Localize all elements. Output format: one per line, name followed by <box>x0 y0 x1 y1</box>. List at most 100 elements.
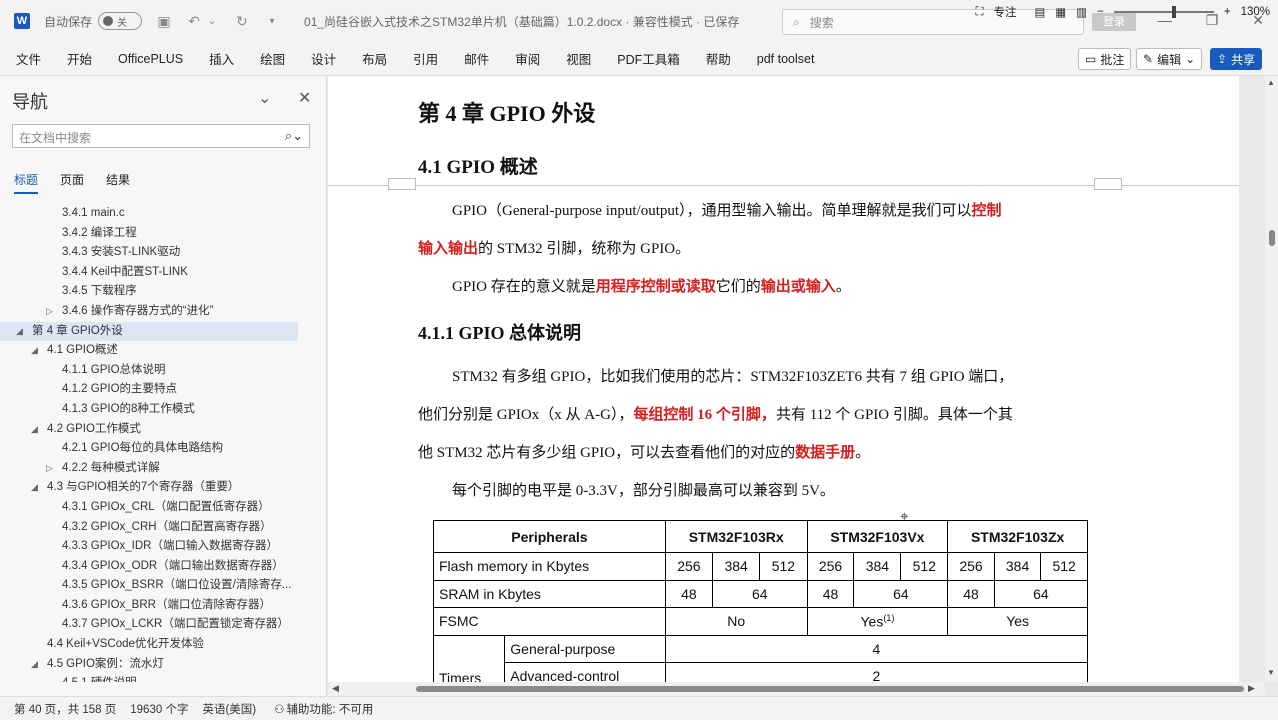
nav-heading-item[interactable]: 3.4.2 编译工程 <box>0 224 310 244</box>
nav-heading-item[interactable]: 4.3.5 GPIOx_BSRR（端口位设置/清除寄存... <box>0 576 310 596</box>
search-icon[interactable]: ⌕⌄ <box>285 128 303 144</box>
nav-heading-item[interactable]: 4.1.1 GPIO总体说明 <box>0 361 310 381</box>
expand-arrow-icon[interactable]: ▷ <box>46 459 53 479</box>
zoom-slider-knob[interactable] <box>1171 6 1176 18</box>
customize-toolbar-icon[interactable]: ▾ <box>264 16 280 27</box>
horizontal-scrollbar[interactable]: ◀ ▶ <box>328 682 1265 696</box>
undo-icon[interactable]: ↶ <box>186 13 202 30</box>
nav-tab-headings[interactable]: 标题 <box>14 171 39 194</box>
nav-heading-item[interactable]: 4.4 Keil+VSCode优化开发体验 <box>0 635 310 655</box>
nav-options-chevron-icon[interactable]: ⌄ <box>258 88 271 108</box>
nav-heading-item[interactable]: 4.3.3 GPIOx_IDR（端口输入数据寄存器） <box>0 537 310 557</box>
nav-heading-item[interactable]: 3.4.1 main.c <box>0 204 310 224</box>
ribbon-tab-design[interactable]: 设计 <box>298 49 349 68</box>
ribbon-tab-pdf-toolset[interactable]: pdf toolset <box>744 52 828 66</box>
nav-heading-item[interactable]: 4.3.7 GPIOx_LCKR（端口配置锁定寄存器） <box>0 615 310 635</box>
ribbon-tab-mailings[interactable]: 邮件 <box>451 49 502 68</box>
nav-heading-item[interactable]: ◢ 4.3 与GPIO相关的7个寄存器（重要） <box>0 478 310 498</box>
paragraph-voltage: 每个引脚的电平是 0-3.3V，部分引脚最高可以兼容到 5V。 <box>452 483 835 499</box>
focus-label[interactable]: 专注 <box>994 4 1017 20</box>
nav-heading-item[interactable]: ▷ 4.2.2 每种模式详解 <box>0 459 310 479</box>
share-button[interactable]: ⇪ 共享 <box>1210 48 1263 70</box>
nav-heading-item[interactable]: 4.2.1 GPIO每位的具体电路结构 <box>0 439 310 459</box>
page-count[interactable]: 第 40 页，共 158 页 <box>14 701 116 717</box>
nav-heading-item[interactable]: 4.3.4 GPIOx_ODR（端口输出数据寄存器） <box>0 557 310 577</box>
redo-icon[interactable]: ↻ <box>234 13 250 30</box>
nav-heading-item[interactable]: 3.4.3 安装ST-LINK驱动 <box>0 243 310 263</box>
nav-heading-item[interactable]: ◢ 第 4 章 GPIO外设 <box>0 321 298 342</box>
vertical-scrollbar[interactable]: ▲ ▼ <box>1265 76 1278 682</box>
nav-heading-item[interactable]: ▷ 3.4.6 操作寄存器方式的“进化” <box>0 302 310 322</box>
table-cell: 48 <box>806 579 855 608</box>
comment-button[interactable]: ▭ 批注 <box>1078 48 1132 70</box>
focus-icon[interactable]: ⛶ <box>975 6 983 19</box>
zoom-in-icon[interactable]: + <box>1224 6 1231 18</box>
nav-heading-item[interactable]: 4.3.1 GPIOx_CRL（端口配置低寄存器） <box>0 498 310 518</box>
nav-heading-label: 4.3.3 GPIOx_IDR（端口输入数据寄存器） <box>62 540 278 553</box>
nav-heading-item[interactable]: ◢ 4.1 GPIO概述 <box>0 341 310 361</box>
zoom-out-icon[interactable]: − <box>1097 6 1104 18</box>
table-row: Peripherals STM32F103Rx STM32F103Vx STM3… <box>433 520 1088 553</box>
nav-heading-item[interactable]: 4.3.6 GPIOx_BRR（端口位清除寄存器） <box>0 596 310 616</box>
para3-line3-text-2: 。 <box>855 445 871 461</box>
table-row: Advanced-control 2 <box>434 662 1089 682</box>
para2-highlight-2: 输出或输入 <box>760 279 836 295</box>
nav-heading-item[interactable]: ◢ 4.2 GPIO工作模式 <box>0 420 310 440</box>
ribbon-tab-file[interactable]: 文件 <box>0 49 54 68</box>
web-layout-icon[interactable]: ▥ <box>1076 5 1087 19</box>
nav-heading-item[interactable]: 4.1.2 GPIO的主要特点 <box>0 380 310 400</box>
nav-tab-pages[interactable]: 页面 <box>60 171 84 194</box>
scroll-down-icon[interactable]: ▼ <box>1267 668 1275 677</box>
language-indicator[interactable]: 英语(美国) <box>202 701 256 717</box>
scroll-right-icon[interactable]: ▶ <box>1248 683 1255 694</box>
collapse-arrow-icon[interactable]: ◢ <box>31 655 38 675</box>
autosave-toggle[interactable]: 关 <box>98 12 143 30</box>
nav-heading-label: 3.4.6 操作寄存器方式的“进化” <box>62 304 214 317</box>
nav-heading-item[interactable]: ◢ 4.5 GPIO案例：流水灯 <box>0 655 310 675</box>
ribbon-tab-references[interactable]: 引用 <box>400 49 451 68</box>
nav-heading-item[interactable]: 4.5.1 硬件说明 <box>0 674 310 682</box>
scroll-up-icon[interactable]: ▲ <box>1267 78 1275 87</box>
chapter-title: 第 4 章 GPIO 外设 <box>418 101 596 126</box>
print-layout-icon[interactable]: ▦ <box>1055 5 1066 19</box>
horizontal-scroll-thumb[interactable] <box>416 686 1244 692</box>
zoom-level[interactable]: 130% <box>1241 6 1270 18</box>
collapse-arrow-icon[interactable]: ◢ <box>31 341 38 361</box>
ribbon-tab-draw[interactable]: 绘图 <box>247 49 298 68</box>
share-icon: ⇪ <box>1217 52 1228 66</box>
ribbon-tab-help[interactable]: 帮助 <box>693 49 744 68</box>
vertical-scroll-thumb[interactable] <box>1269 230 1275 246</box>
accessibility-status[interactable]: 辅助功能: 不可用 <box>286 701 373 717</box>
ribbon-tab-insert[interactable]: 插入 <box>196 49 247 68</box>
ribbon-tab-layout[interactable]: 布局 <box>349 49 400 68</box>
para1-text: GPIO（General-purpose input/output），通用型输入… <box>452 203 972 219</box>
para3-line3-highlight: 数据手册 <box>795 445 856 461</box>
read-mode-icon[interactable]: ▤ <box>1035 5 1046 19</box>
nav-heading-label: 4.3.6 GPIOx_BRR（端口位清除寄存器） <box>62 598 271 611</box>
collapse-arrow-icon[interactable]: ◢ <box>31 420 38 440</box>
save-icon[interactable]: ▣ <box>156 13 172 30</box>
table-cell: 2 <box>664 662 1089 682</box>
ribbon-tab-review[interactable]: 审阅 <box>502 49 553 68</box>
collapse-arrow-icon[interactable]: ◢ <box>31 478 38 498</box>
nav-search-input[interactable]: 在文档中搜索 ⌕⌄ <box>12 124 310 148</box>
collapse-arrow-icon[interactable]: ◢ <box>16 322 23 342</box>
edit-mode-button[interactable]: ✎ 编辑 ⌄ <box>1136 48 1203 70</box>
table-row: SRAM in Kbytes 48 64 48 64 48 64 <box>433 579 1089 608</box>
ribbon-tab-pdf-toolbox[interactable]: PDF工具箱 <box>604 49 693 68</box>
nav-heading-item[interactable]: 3.4.4 Keil中配置ST-LINK <box>0 263 310 283</box>
nav-tab-results[interactable]: 结果 <box>106 171 130 194</box>
ribbon-tab-officeplus[interactable]: OfficePLUS <box>105 52 196 66</box>
nav-heading-item[interactable]: 3.4.5 下载程序 <box>0 282 310 302</box>
expand-arrow-icon[interactable]: ▷ <box>46 302 53 322</box>
nav-heading-item[interactable]: 4.1.3 GPIO的8种工作模式 <box>0 400 310 420</box>
ribbon-tab-view[interactable]: 视图 <box>553 49 604 68</box>
word-count[interactable]: 19630 个字 <box>130 701 188 717</box>
peripherals-table: Peripherals STM32F103Rx STM32F103Vx STM3… <box>432 520 1089 682</box>
scroll-left-icon[interactable]: ◀ <box>332 683 339 694</box>
nav-heading-item[interactable]: 4.3.2 GPIOx_CRH（端口配置高寄存器） <box>0 518 310 538</box>
ribbon-tab-home[interactable]: 开始 <box>54 49 105 68</box>
nav-close-icon[interactable]: ✕ <box>298 88 311 108</box>
zoom-slider[interactable] <box>1113 6 1214 18</box>
undo-dropdown-icon[interactable]: ⌄ <box>204 16 220 27</box>
